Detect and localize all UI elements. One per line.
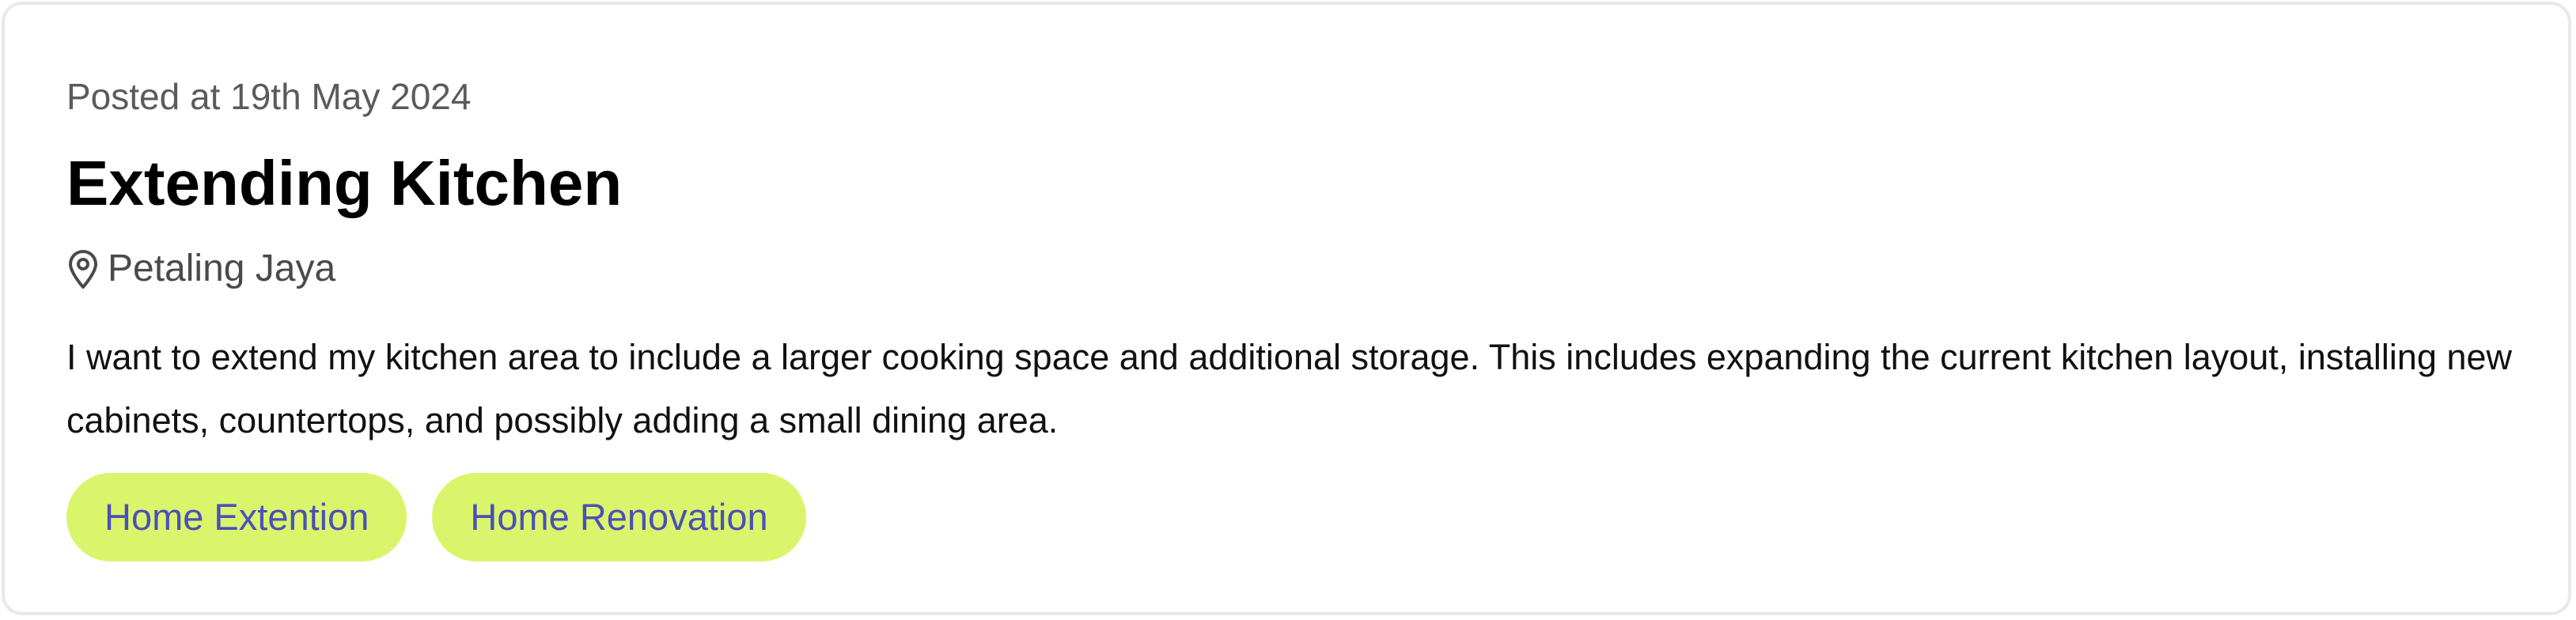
map-pin-icon — [66, 248, 100, 289]
project-description: I want to extend my kitchen area to incl… — [66, 337, 2513, 440]
tag-list: Home Extention Home Renovation — [66, 473, 806, 561]
project-card[interactable]: Posted at 19th May 2024 Extending Kitche… — [2, 2, 2571, 615]
location-text: Petaling Jaya — [108, 248, 336, 289]
tag-home-renovation[interactable]: Home Renovation — [432, 473, 806, 561]
location: Petaling Jaya — [66, 245, 335, 293]
posted-date: Posted at 19th May 2024 — [66, 76, 472, 117]
project-title: Extending Kitchen — [66, 148, 623, 218]
tag-home-extention[interactable]: Home Extention — [66, 473, 407, 561]
